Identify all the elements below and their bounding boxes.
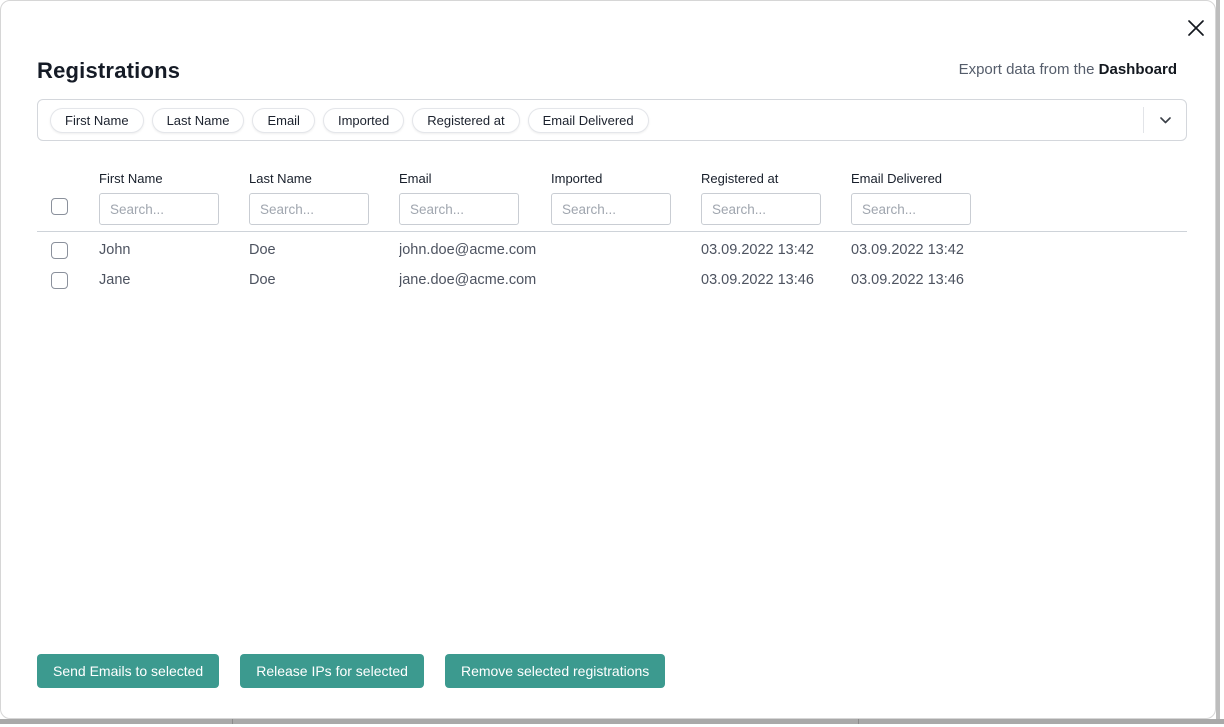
- filter-dropdown-button[interactable]: [1144, 100, 1186, 140]
- cell-registered-at: 03.09.2022 13:42: [701, 242, 851, 258]
- column-header-registered-at: Registered at: [701, 171, 851, 186]
- cell-email: jane.doe@acme.com: [399, 272, 551, 288]
- column-header-imported: Imported: [551, 171, 701, 186]
- column-header-email: Email: [399, 171, 551, 186]
- cell-registered-at: 03.09.2022 13:46: [701, 272, 851, 288]
- search-input-first-name[interactable]: [99, 193, 219, 225]
- filter-bar-right: [1143, 100, 1186, 140]
- row-checkbox[interactable]: [51, 242, 68, 259]
- export-note: Export data from the Dashboard: [959, 61, 1177, 78]
- close-icon: [1187, 19, 1205, 37]
- column-header-email-delivered: Email Delivered: [851, 171, 1001, 186]
- table-row: John Doe john.doe@acme.com 03.09.2022 13…: [37, 235, 1187, 265]
- row-checkbox[interactable]: [51, 272, 68, 289]
- filter-pill-first-name[interactable]: First Name: [50, 108, 144, 133]
- scrollbar-thumb-edge: [232, 719, 233, 724]
- action-button-bar: Send Emails to selected Release IPs for …: [37, 654, 665, 688]
- page-title: Registrations: [37, 58, 180, 84]
- cell-email-delivered: 03.09.2022 13:46: [851, 272, 1001, 288]
- vertical-scrollbar[interactable]: [1216, 0, 1220, 719]
- search-input-email-delivered[interactable]: [851, 193, 971, 225]
- cell-email: john.doe@acme.com: [399, 242, 551, 258]
- horizontal-scrollbar[interactable]: [0, 719, 1224, 724]
- cell-first-name: Jane: [99, 272, 249, 288]
- remove-registrations-button[interactable]: Remove selected registrations: [445, 654, 665, 688]
- filter-pill-email[interactable]: Email: [252, 108, 315, 133]
- cell-last-name: Doe: [249, 272, 399, 288]
- release-ips-button[interactable]: Release IPs for selected: [240, 654, 424, 688]
- filter-pill-registered-at[interactable]: Registered at: [412, 108, 519, 133]
- table-row: Jane Doe jane.doe@acme.com 03.09.2022 13…: [37, 265, 1187, 295]
- cell-email-delivered: 03.09.2022 13:42: [851, 242, 1001, 258]
- send-emails-button[interactable]: Send Emails to selected: [37, 654, 219, 688]
- table-body: John Doe john.doe@acme.com 03.09.2022 13…: [37, 235, 1187, 295]
- dashboard-link[interactable]: Dashboard: [1099, 61, 1177, 78]
- filter-bar: First Name Last Name Email Imported Regi…: [37, 99, 1187, 141]
- column-header-first-name: First Name: [99, 171, 249, 186]
- column-imported: Imported: [551, 171, 701, 225]
- page-background: Registrations Export data from the Dashb…: [0, 0, 1224, 727]
- close-button[interactable]: [1183, 15, 1209, 41]
- registrations-modal: Registrations Export data from the Dashb…: [0, 0, 1216, 719]
- select-all-cell: [37, 171, 99, 215]
- table-header-row: First Name Last Name Email Imported Regi…: [37, 171, 1187, 232]
- search-input-email[interactable]: [399, 193, 519, 225]
- column-last-name: Last Name: [249, 171, 399, 225]
- search-input-registered-at[interactable]: [701, 193, 821, 225]
- export-note-text: Export data from the: [959, 61, 1099, 78]
- column-registered-at: Registered at: [701, 171, 851, 225]
- column-header-last-name: Last Name: [249, 171, 399, 186]
- chevron-down-icon: [1160, 117, 1171, 124]
- column-email-delivered: Email Delivered: [851, 171, 1001, 225]
- registrations-table: First Name Last Name Email Imported Regi…: [37, 171, 1187, 295]
- filter-pill-imported[interactable]: Imported: [323, 108, 404, 133]
- search-input-imported[interactable]: [551, 193, 671, 225]
- filter-pill-list: First Name Last Name Email Imported Regi…: [38, 108, 1143, 133]
- select-all-checkbox[interactable]: [51, 198, 68, 215]
- scrollbar-thumb-edge: [858, 719, 859, 724]
- cell-last-name: Doe: [249, 242, 399, 258]
- search-input-last-name[interactable]: [249, 193, 369, 225]
- filter-pill-last-name[interactable]: Last Name: [152, 108, 245, 133]
- column-first-name: First Name: [99, 171, 249, 225]
- cell-first-name: John: [99, 242, 249, 258]
- filter-pill-email-delivered[interactable]: Email Delivered: [528, 108, 649, 133]
- column-email: Email: [399, 171, 551, 225]
